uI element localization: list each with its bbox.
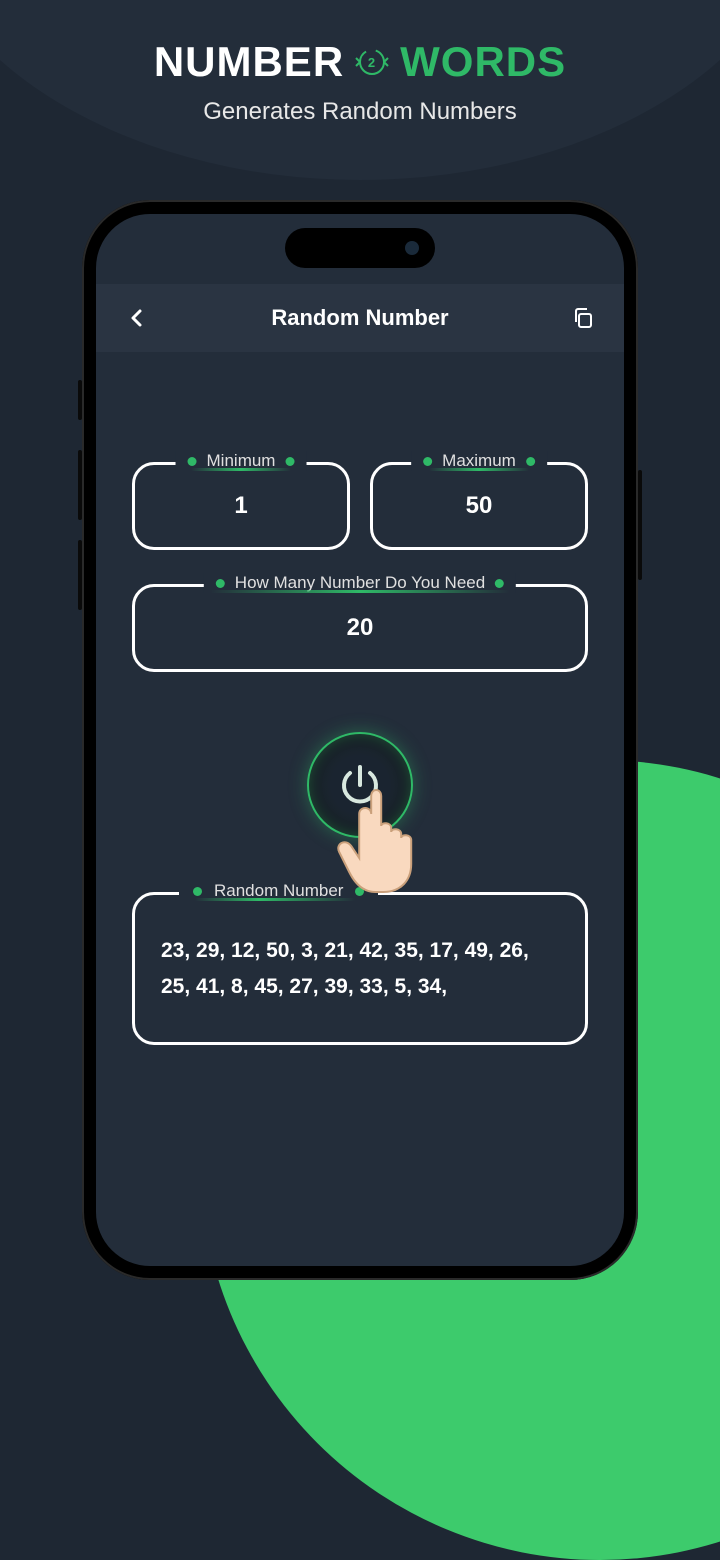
promo-subtitle: Generates Random Numbers <box>0 98 720 126</box>
phone-volume-down <box>78 540 82 610</box>
copy-button[interactable] <box>568 303 598 333</box>
field-accent <box>191 468 291 471</box>
promo-header: NUMBER 2 WORDS Generates Random Numbers <box>0 0 720 126</box>
copy-icon <box>572 307 594 329</box>
phone-frame: Random Number Minimum 1 Maximum 50 <box>82 200 638 1280</box>
phone-power-button <box>638 470 642 580</box>
field-accent <box>429 468 529 471</box>
page-title: Random Number <box>271 305 448 331</box>
count-value: 20 <box>347 614 374 642</box>
swap-icon: 2 <box>350 40 394 84</box>
phone-mute-switch <box>78 380 82 420</box>
promo-title-part1: NUMBER <box>154 38 344 86</box>
pointer-hand-icon <box>329 778 439 898</box>
svg-text:2: 2 <box>368 55 376 70</box>
content-area: Minimum 1 Maximum 50 How Many Number Do … <box>96 352 624 1045</box>
field-accent <box>210 590 510 593</box>
promo-title-part2: WORDS <box>400 38 566 86</box>
minimum-value: 1 <box>234 492 247 520</box>
back-button[interactable] <box>122 303 152 333</box>
result-text: 23, 29, 12, 50, 3, 21, 42, 35, 17, 49, 2… <box>161 933 559 1004</box>
result-box: Random Number 23, 29, 12, 50, 3, 21, 42,… <box>132 892 588 1045</box>
dynamic-island <box>285 228 435 268</box>
maximum-value: 50 <box>466 492 493 520</box>
generate-wrapper <box>132 732 588 838</box>
promo-title: NUMBER 2 WORDS <box>0 38 720 86</box>
maximum-field[interactable]: Maximum 50 <box>370 462 588 550</box>
app-bar: Random Number <box>96 284 624 352</box>
field-accent <box>195 898 355 901</box>
phone-volume-up <box>78 450 82 520</box>
chevron-left-icon <box>127 308 147 328</box>
count-field[interactable]: How Many Number Do You Need 20 <box>132 584 588 672</box>
minimum-field[interactable]: Minimum 1 <box>132 462 350 550</box>
phone-screen: Random Number Minimum 1 Maximum 50 <box>96 214 624 1266</box>
